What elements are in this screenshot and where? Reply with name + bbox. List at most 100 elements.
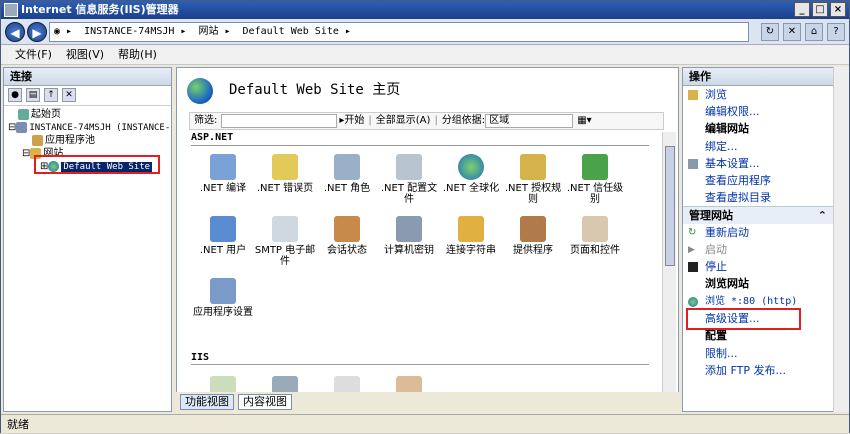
action-view-virtual-dirs[interactable]: 查看虚拟目录 bbox=[683, 189, 833, 206]
actions-scrollbar[interactable] bbox=[833, 67, 849, 412]
start-filter-button[interactable]: ▸开始 bbox=[339, 113, 364, 129]
users-icon bbox=[210, 216, 236, 242]
content-view-tab[interactable]: 内容视图 bbox=[238, 394, 292, 410]
help-icon[interactable]: ? bbox=[827, 23, 845, 41]
stop-icon[interactable]: ✕ bbox=[783, 23, 801, 41]
group-by-select[interactable]: 区域 bbox=[485, 114, 574, 128]
trust-level-icon bbox=[582, 154, 608, 180]
tree-start-page[interactable]: 起始页 bbox=[4, 108, 171, 121]
basic-settings-icon bbox=[688, 159, 698, 169]
feature-net-roles[interactable]: .NET 角色 bbox=[316, 150, 378, 212]
feature-view: Default Web Site 主页 筛选: ▸开始 | 全部显示(A) | … bbox=[176, 67, 679, 412]
feature-app-settings[interactable]: 应用程序设置 bbox=[192, 274, 254, 336]
feature-smtp-email[interactable]: SMTP 电子邮件 bbox=[254, 212, 316, 274]
maximize-button[interactable]: □ bbox=[812, 2, 828, 17]
session-state-icon bbox=[334, 216, 360, 242]
close-button[interactable]: × bbox=[830, 2, 846, 17]
feature-net-globalization[interactable]: .NET 全球化 bbox=[440, 150, 502, 212]
pages-controls-icon bbox=[582, 216, 608, 242]
action-view-applications[interactable]: 查看应用程序 bbox=[683, 172, 833, 189]
address-bar[interactable]: ◉ ▸ INSTANCE-74MSJH ▸ 网站 ▸ Default Web Site… bbox=[49, 22, 749, 42]
feature-net-authorization[interactable]: .NET 授权规则 bbox=[502, 150, 564, 212]
refresh-icon[interactable]: ↻ bbox=[761, 23, 779, 41]
edit-site-header: 编辑网站 bbox=[705, 122, 749, 135]
action-restart[interactable]: ↻ 重新启动 bbox=[683, 224, 833, 241]
app-pool-icon bbox=[32, 134, 43, 146]
server-icon bbox=[16, 121, 28, 133]
action-edit-permissions[interactable]: 编辑权限... bbox=[683, 103, 833, 120]
feature-net-compilation[interactable]: .NET 编译 bbox=[192, 150, 254, 212]
save-icon[interactable]: ▤ bbox=[26, 88, 40, 102]
action-start[interactable]: ▶ 启动 bbox=[683, 241, 833, 258]
home-icon[interactable]: ⌂ bbox=[805, 23, 823, 41]
feature-net-profile[interactable]: .NET 配置文件 bbox=[378, 150, 440, 212]
feature-session-state[interactable]: 会话状态 bbox=[316, 212, 378, 274]
crumb-server[interactable]: INSTANCE-74MSJH bbox=[84, 26, 174, 37]
browse-globe-icon bbox=[688, 297, 698, 307]
page-title: Default Web Site 主页 bbox=[229, 82, 401, 98]
section-aspnet: ASP.NET bbox=[191, 132, 234, 143]
features-view-tab[interactable]: 功能视图 bbox=[180, 394, 234, 410]
connect-icon[interactable]: ● bbox=[8, 88, 22, 102]
status-bar: 就绪 bbox=[1, 414, 849, 433]
start-page-icon bbox=[18, 108, 29, 120]
iis-feature-grid bbox=[192, 372, 652, 402]
aspnet-feature-grid: .NET 编译 .NET 错误页 .NET 角色 .NET 配置文件 .NET … bbox=[192, 150, 652, 336]
feature-view-scrollbar[interactable] bbox=[662, 132, 676, 410]
window-title: Internet 信息服务(IIS)管理器 bbox=[21, 3, 179, 16]
app-settings-icon bbox=[210, 278, 236, 304]
error-page-icon bbox=[272, 154, 298, 180]
machine-key-icon bbox=[396, 216, 422, 242]
feature-net-trust[interactable]: .NET 信任级别 bbox=[564, 150, 626, 212]
forward-button[interactable]: ▶ bbox=[27, 22, 47, 42]
restart-icon: ↻ bbox=[688, 227, 697, 238]
app-window: Internet 信息服务(IIS)管理器 _ □ × ◀ ▶ ◉ ▸ INSTA… bbox=[0, 0, 850, 433]
manage-site-header[interactable]: 管理网站 ⌃ bbox=[683, 206, 833, 224]
up-icon[interactable]: ↑ bbox=[44, 88, 58, 102]
feature-net-users[interactable]: .NET 用户 bbox=[192, 212, 254, 274]
actions-pane: 操作 浏览 编辑权限... 编辑网站 绑定... 基本设置... 查看应用程序 … bbox=[682, 67, 834, 412]
feature-net-error-pages[interactable]: .NET 错误页 bbox=[254, 150, 316, 212]
menu-view[interactable]: 视图(V) bbox=[66, 45, 104, 64]
action-basic-settings[interactable]: 基本设置... bbox=[683, 155, 833, 172]
back-button[interactable]: ◀ bbox=[5, 22, 25, 42]
feature-machine-key[interactable]: 计算机密钥 bbox=[378, 212, 440, 274]
collapse-icon[interactable]: ⌃ bbox=[818, 207, 827, 225]
menu-help[interactable]: 帮助(H) bbox=[118, 45, 157, 64]
address-row: ◀ ▶ ◉ ▸ INSTANCE-74MSJH ▸ 网站 ▸ Default Web … bbox=[1, 19, 849, 45]
section-iis: IIS bbox=[191, 352, 210, 363]
connections-pane: 连接 ● ▤ ↑ ✕ 起始页 ⊟ INSTANCE-74MSJH (INSTANC… bbox=[3, 67, 172, 412]
connection-strings-icon bbox=[458, 216, 484, 242]
filter-input[interactable] bbox=[221, 114, 338, 128]
action-stop[interactable]: 停止 bbox=[683, 258, 833, 275]
view-mode-icon[interactable]: ▦▾ bbox=[577, 113, 591, 129]
action-add-ftp[interactable]: 添加 FTP 发布... bbox=[683, 362, 833, 379]
compilation-icon bbox=[210, 154, 236, 180]
action-explore[interactable]: 浏览 bbox=[683, 86, 833, 103]
delete-connection-icon[interactable]: ✕ bbox=[62, 88, 76, 102]
crumb-site[interactable]: Default Web Site bbox=[243, 26, 339, 37]
minimize-button[interactable]: _ bbox=[794, 2, 810, 17]
tree-server[interactable]: ⊟ INSTANCE-74MSJH (INSTANCE- bbox=[4, 121, 171, 134]
action-bindings[interactable]: 绑定... bbox=[683, 138, 833, 155]
show-all-button[interactable]: 全部显示(A) bbox=[376, 113, 431, 129]
tree-app-pools[interactable]: 应用程序池 bbox=[4, 134, 171, 147]
menu-file[interactable]: 文件(F) bbox=[15, 45, 52, 64]
feature-providers[interactable]: 提供程序 bbox=[502, 212, 564, 274]
menu-bar: 文件(F) 视图(V) 帮助(H) bbox=[1, 45, 849, 65]
start-icon: ▶ bbox=[688, 245, 695, 255]
browse-site-header: 浏览网站 bbox=[705, 277, 749, 290]
explore-icon bbox=[688, 90, 698, 100]
crumb-sites[interactable]: 网站 bbox=[198, 26, 218, 37]
connections-header: 连接 bbox=[4, 68, 171, 86]
status-text: 就绪 bbox=[7, 418, 29, 431]
authorization-icon bbox=[520, 154, 546, 180]
feature-pages-controls[interactable]: 页面和控件 bbox=[564, 212, 626, 274]
filter-bar: 筛选: ▸开始 | 全部显示(A) | 分组依据: 区域 ▦▾ bbox=[189, 112, 664, 130]
feature-connection-strings[interactable]: 连接字符串 bbox=[440, 212, 502, 274]
action-limits[interactable]: 限制... bbox=[683, 345, 833, 362]
title-bar: Internet 信息服务(IIS)管理器 _ □ × bbox=[1, 1, 849, 19]
site-globe-icon bbox=[187, 78, 213, 104]
iis-app-icon bbox=[4, 3, 18, 17]
actions-header: 操作 bbox=[683, 68, 833, 86]
